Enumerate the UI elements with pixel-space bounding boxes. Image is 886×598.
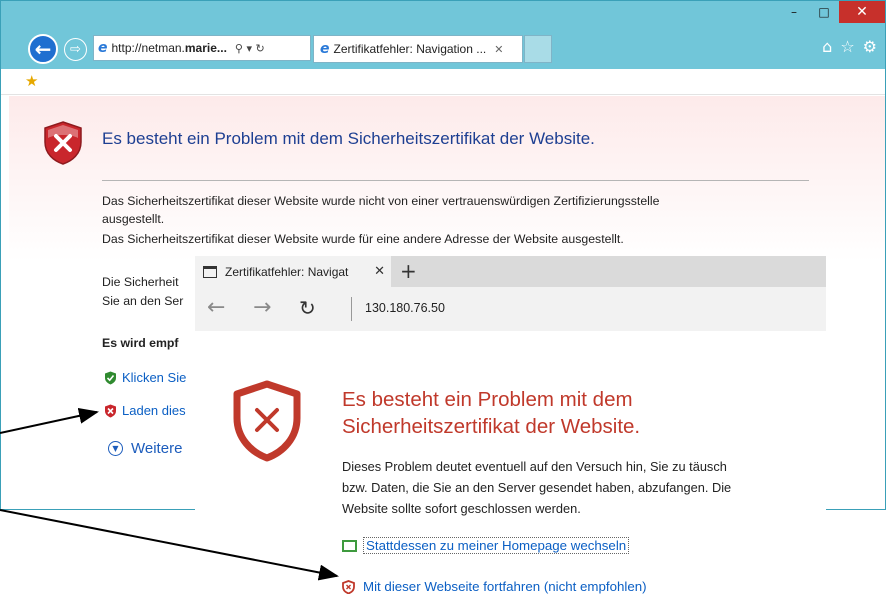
tab-page-icon	[203, 265, 217, 278]
favorites-star-icon[interactable]: ☆	[840, 37, 854, 56]
ie-error-heading: Es besteht ein Problem mit dem Sicherhei…	[102, 129, 595, 148]
forward-arrow-icon[interactable]: ⇨	[64, 38, 87, 61]
window-controls: – □ ✕	[779, 1, 885, 23]
new-tab-button[interactable]	[524, 35, 552, 63]
new-tab-plus-icon[interactable]: +	[400, 259, 417, 283]
toolbar-icons: ⌂ ☆ ⚙	[822, 37, 877, 56]
ie-titlebar: – □ ✕ ← ⇨ e http://netman.marie... ⚲ ▾ ↻…	[1, 1, 885, 69]
continue-to-website-link[interactable]: Laden dies	[104, 403, 186, 418]
red-shield-icon	[342, 579, 355, 594]
error-shield-icon	[44, 121, 82, 165]
maximize-button[interactable]: □	[809, 1, 839, 23]
edge-body-line: bzw. Daten, die Sie an den Server gesend…	[342, 480, 732, 495]
settings-gear-icon[interactable]: ⚙	[863, 37, 877, 56]
add-favorite-icon[interactable]: ★	[25, 72, 38, 90]
continue-link-label: Laden dies	[122, 403, 186, 418]
ie-logo-icon: e	[98, 40, 108, 56]
ie-logo-icon: e	[320, 41, 330, 57]
ie-body-text: Das Sicherheitszertifikat dieser Website…	[102, 194, 660, 208]
homepage-icon	[342, 539, 357, 552]
close-window-button[interactable]: ✕	[839, 1, 885, 23]
close-tab-icon[interactable]: ✕	[374, 264, 385, 279]
ie-recommend-text: Es wird empf	[102, 336, 179, 350]
refresh-icon[interactable]: ↻	[299, 296, 316, 320]
forward-arrow-icon[interactable]: →	[253, 295, 271, 320]
ie-body-text: Das Sicherheitszertifikat dieser Website…	[102, 232, 624, 246]
edge-body-text: Dieses Problem deutet eventuell auf den …	[342, 456, 812, 519]
edge-tab-title: Zertifikatfehler: Navigat	[225, 264, 349, 279]
address-actions-icons[interactable]: ⚲ ▾ ↻	[235, 42, 265, 55]
ie-body-text: Die Sicherheit	[102, 275, 179, 289]
edge-browser-window: Zertifikatfehler: Navigat ✕ + ← → ↻ 130.…	[195, 256, 826, 598]
edge-error-heading: Es besteht ein Problem mit dem Sicherhei…	[342, 386, 762, 440]
more-information-label: Weitere	[131, 440, 183, 457]
continue-to-webpage-link[interactable]: Mit dieser Webseite fortfahren (nicht em…	[342, 579, 647, 594]
edge-tab[interactable]: Zertifikatfehler: Navigat ✕	[195, 256, 391, 287]
edge-nav-bar: ← → ↻ 130.180.76.50	[195, 287, 826, 331]
back-arrow-icon[interactable]: ←	[207, 295, 225, 320]
edge-address-field[interactable]: 130.180.76.50	[365, 301, 445, 315]
address-text: http://netman.marie...	[111, 41, 227, 55]
chevron-down-icon: ▼	[108, 441, 123, 456]
green-shield-icon	[105, 371, 116, 384]
more-information-toggle[interactable]: ▼ Weitere	[108, 440, 182, 457]
address-bar[interactable]: e http://netman.marie... ⚲ ▾ ↻	[93, 35, 311, 61]
edge-heading-line2: Sicherheitszertifikat der Website.	[342, 415, 641, 438]
close-page-link-label: Klicken Sie	[122, 370, 187, 385]
go-to-homepage-link[interactable]: Stattdessen zu meiner Homepage wechseln	[342, 537, 630, 554]
red-shield-icon	[105, 404, 116, 417]
close-tab-icon[interactable]: ✕	[494, 43, 503, 56]
edge-heading-line1: Es besteht ein Problem mit dem	[342, 388, 633, 411]
home-icon[interactable]: ⌂	[822, 37, 832, 56]
back-arrow-icon[interactable]: ←	[28, 34, 58, 64]
continue-link-label: Mit dieser Webseite fortfahren (nicht em…	[363, 579, 647, 594]
minimize-button[interactable]: –	[779, 1, 809, 23]
favorites-bar: ★	[1, 69, 885, 95]
ie-tab-title: Zertifikatfehler: Navigation ...	[333, 42, 487, 56]
ie-body-text: Sie an den Ser	[102, 294, 184, 308]
ie-body-text: ausgestellt.	[102, 212, 165, 226]
ie-tab[interactable]: e Zertifikatfehler: Navigation ... ✕	[313, 35, 523, 63]
edge-tab-bar: Zertifikatfehler: Navigat ✕ +	[195, 256, 826, 287]
homepage-link-label: Stattdessen zu meiner Homepage wechseln	[363, 537, 630, 554]
divider	[102, 180, 809, 181]
edge-body-line: Website sollte sofort geschlossen werden…	[342, 501, 581, 516]
error-shield-icon	[233, 380, 301, 462]
close-page-link[interactable]: Klicken Sie	[104, 370, 186, 385]
address-separator	[351, 297, 352, 321]
edge-body-line: Dieses Problem deutet eventuell auf den …	[342, 459, 727, 474]
